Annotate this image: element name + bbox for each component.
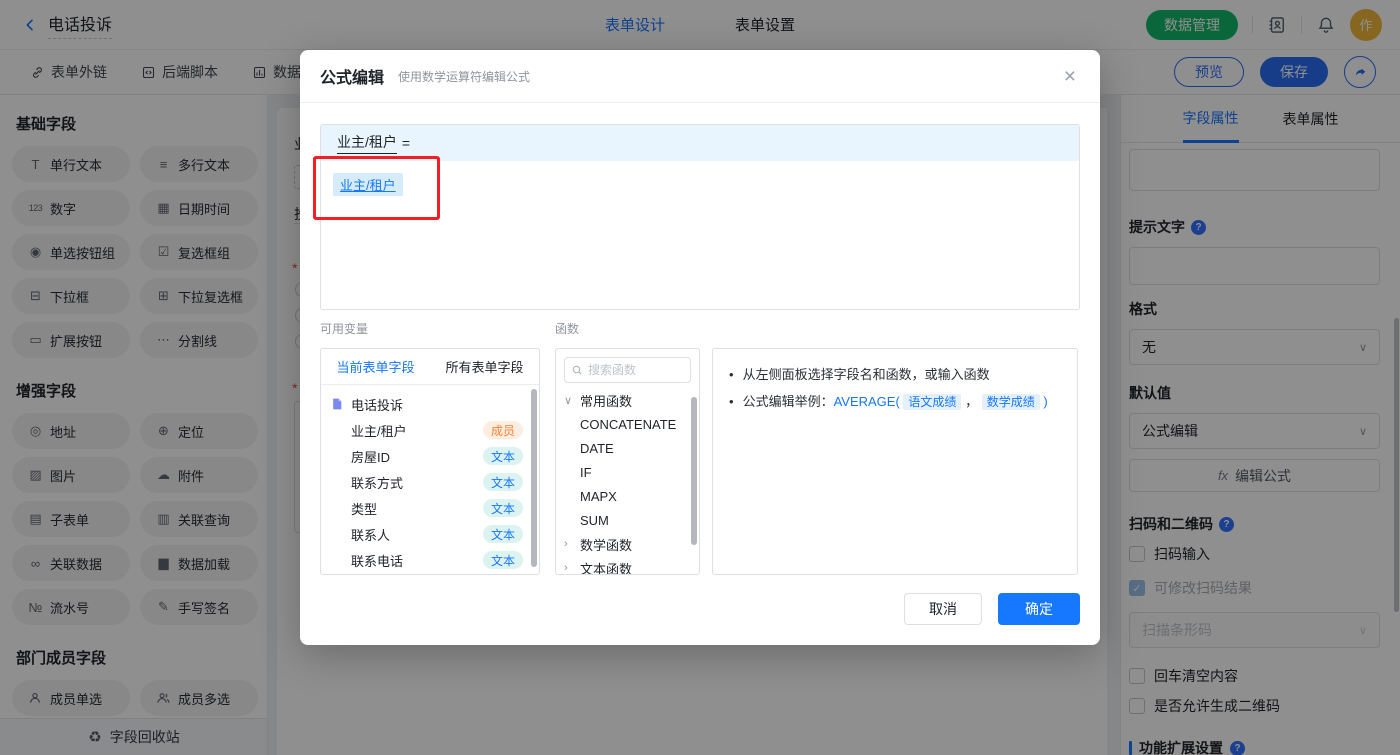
chevron-right-icon: › [564, 538, 568, 550]
example-chip: 语文成绩 [903, 394, 962, 410]
cancel-button[interactable]: 取消 [904, 593, 982, 625]
tab-all-form-fields[interactable]: 所有表单字段 [430, 349, 539, 384]
function-group-math[interactable]: › 数学函数 [556, 532, 699, 556]
type-badge-text: 文本 [482, 499, 523, 517]
document-icon [331, 397, 344, 411]
formula-editor-modal: 公式编辑 使用数学运算符编辑公式 × 业主/租户 = 业主/租户 可用变量 函数… [300, 50, 1100, 645]
confirm-button[interactable]: 确定 [998, 593, 1080, 625]
type-badge-text: 文本 [482, 473, 523, 491]
function-group-common[interactable]: ∨ 常用函数 [556, 388, 699, 412]
annotation-highlight-rect [313, 156, 440, 220]
variable-row[interactable]: 联系方式 文本 [321, 469, 539, 495]
search-icon [571, 364, 583, 376]
available-variables-label: 可用变量 [320, 322, 369, 336]
help-line-1: 从左侧面板选择字段名和函数，或输入函数 [729, 361, 1061, 388]
variable-row[interactable]: 联系电话 文本 [321, 547, 539, 573]
formula-target-field: 业主/租户 [337, 132, 397, 154]
app-root: 电话投诉 表单设计 表单设置 数据管理 作 表单外链 后端脚本 数据权 预览 保… [0, 0, 1400, 755]
modal-subtitle: 使用数学运算符编辑公式 [398, 69, 531, 84]
help-line-2: 公式编辑举例：AVERAGE( 语文成绩 ， 数学成绩 ) [729, 388, 1061, 416]
function-item[interactable]: MAPX [556, 484, 699, 508]
function-group-texts[interactable]: › 文本函数 [556, 556, 699, 575]
variable-row[interactable]: 类型 文本 [321, 495, 539, 521]
variables-panel: 当前表单字段 所有表单字段 电话投诉 业主/租户 成员 房屋ID 文本 联系方式… [320, 348, 540, 575]
variable-row[interactable]: 业主/租户 成员 [321, 417, 539, 443]
modal-title: 公式编辑 [320, 70, 385, 87]
function-item[interactable]: DATE [556, 436, 699, 460]
help-panel: 从左侧面板选择字段名和函数，或输入函数 公式编辑举例：AVERAGE( 语文成绩… [712, 348, 1078, 575]
type-badge-member: 成员 [482, 421, 523, 439]
tree-root-form[interactable]: 电话投诉 [321, 391, 539, 417]
close-icon[interactable]: × [1060, 66, 1080, 87]
example-chip: 数学成绩 [981, 394, 1040, 410]
functions-label: 函数 [555, 322, 580, 336]
function-item[interactable]: SUM [556, 508, 699, 532]
chevron-right-icon: › [564, 562, 568, 574]
type-badge-text: 文本 [482, 447, 523, 465]
chevron-down-icon: ∨ [564, 394, 573, 407]
functions-panel: ∨ 常用函数 CONCATENATE DATE IF MAPX SUM › 数学… [555, 348, 700, 575]
variables-scrollbar[interactable] [531, 389, 537, 567]
type-badge-text: 文本 [482, 551, 523, 569]
variable-row[interactable]: 联系人 文本 [321, 521, 539, 547]
functions-scrollbar[interactable] [691, 397, 697, 545]
function-search[interactable] [564, 357, 691, 383]
variable-row[interactable]: 房屋ID 文本 [321, 443, 539, 469]
function-item[interactable]: CONCATENATE [556, 412, 699, 436]
search-input[interactable] [588, 363, 678, 377]
tab-current-form-fields[interactable]: 当前表单字段 [321, 349, 430, 384]
type-badge-text: 文本 [482, 525, 523, 543]
function-item[interactable]: IF [556, 460, 699, 484]
